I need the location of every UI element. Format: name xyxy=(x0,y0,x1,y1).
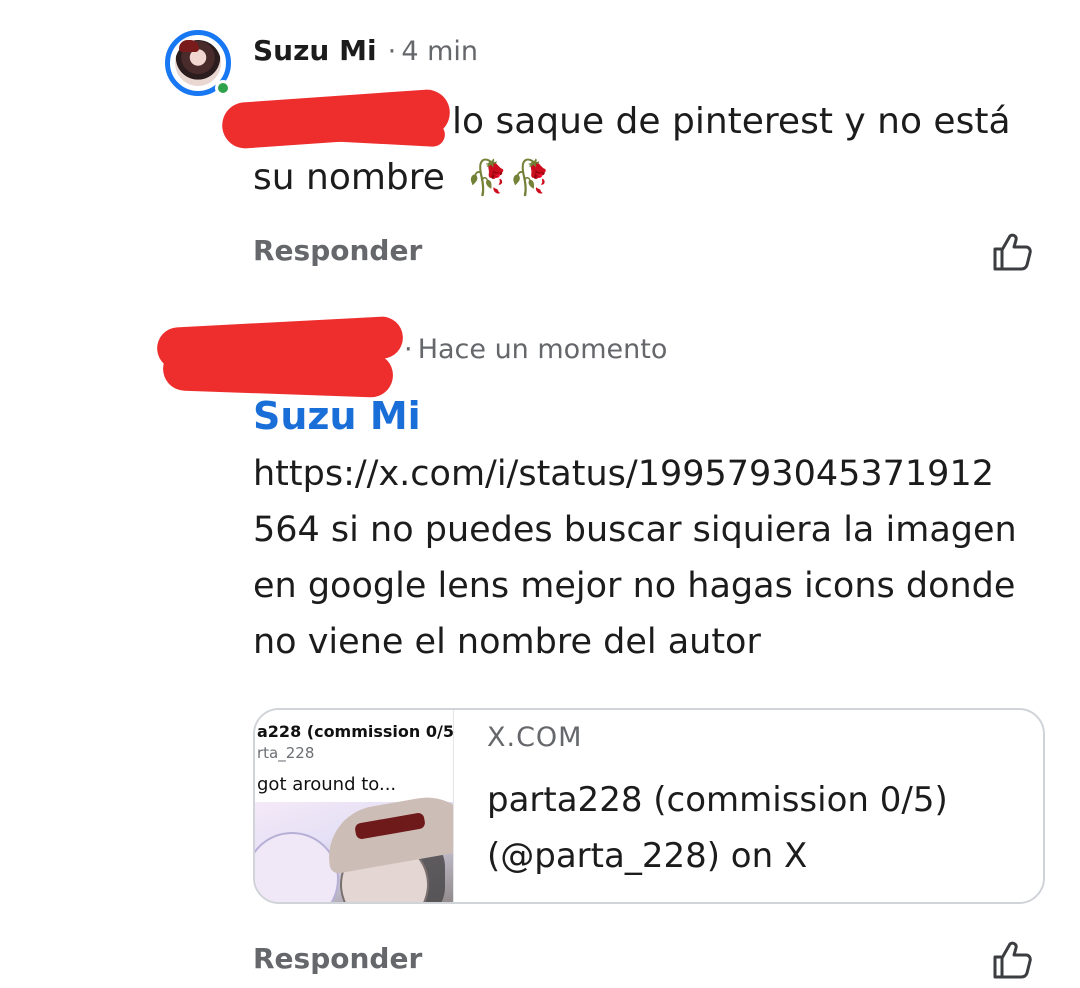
thumbnail-title: a228 (commission 0/5) xyxy=(257,722,454,741)
comment2-text-line2: 564 si no puedes buscar siquiera la imag… xyxy=(253,510,1017,550)
thumbs-up-icon xyxy=(993,941,1032,979)
reply-button[interactable]: Responder xyxy=(253,942,422,975)
thumbnail-handle: rta_228 xyxy=(257,744,315,762)
thumbnail-artwork xyxy=(255,789,453,902)
link-title: parta228 (commission 0/5) (@parta_228) o… xyxy=(487,780,948,876)
wilted-rose-emoji: 🥀🥀 xyxy=(466,158,552,198)
comment-header: Suzu Mi · 4 min xyxy=(253,34,478,67)
author-name[interactable]: Suzu Mi xyxy=(253,34,377,67)
comment-time[interactable]: 4 min xyxy=(401,36,478,67)
link-preview-thumbnail: a228 (commission 0/5) rta_228 got around… xyxy=(255,710,454,902)
mention-link[interactable]: Suzu Mi xyxy=(253,394,421,438)
comment-text-line1: lo saque de pinterest y no está xyxy=(452,101,1011,142)
thumbs-up-icon xyxy=(993,233,1032,271)
meta-separator: · xyxy=(387,36,397,67)
like-button[interactable] xyxy=(990,938,1034,986)
comment2-text-line4: no viene el nombre del autor xyxy=(253,622,761,662)
redacted-author-name-stroke xyxy=(162,345,394,399)
comment-time[interactable]: Hace un momento xyxy=(418,334,668,365)
avatar-hat-detail xyxy=(179,40,199,52)
like-button[interactable] xyxy=(990,230,1034,278)
link-preview-card[interactable]: a228 (commission 0/5) rta_228 got around… xyxy=(253,708,1045,904)
meta-separator: · xyxy=(404,334,413,365)
thumbnail-text: got around to... xyxy=(257,774,397,795)
comment-text: su nombre xyxy=(253,157,445,198)
comment-text-line2: su nombre 🥀🥀 xyxy=(253,150,551,206)
comment2-text-line3: en google lens mejor no hagas icons dond… xyxy=(253,566,1016,606)
artwork-figure-left xyxy=(255,832,339,902)
comment2-text-line1[interactable]: https://x.com/i/status/1995793045371912 xyxy=(253,446,994,502)
avatar-suzu-mi[interactable] xyxy=(165,30,231,96)
comment2-header: · Hace un momento xyxy=(404,334,667,365)
reply-button[interactable]: Responder xyxy=(253,234,422,267)
link-domain: X.COM xyxy=(487,722,583,753)
online-status-dot xyxy=(215,80,231,96)
